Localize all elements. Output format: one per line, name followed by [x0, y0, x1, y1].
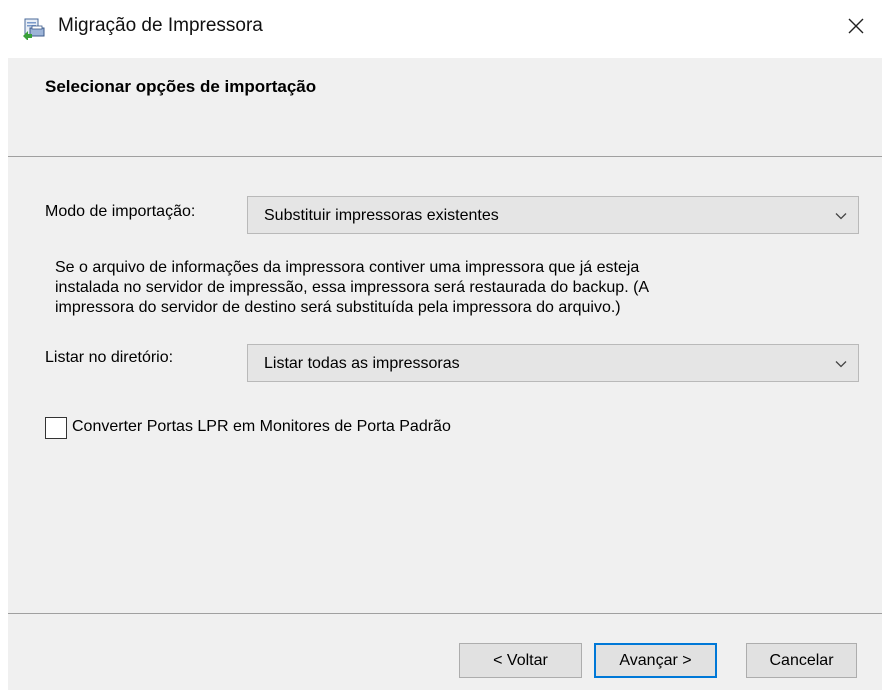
import-mode-label: Modo de importação: [45, 203, 196, 220]
chevron-down-icon [834, 357, 848, 371]
list-directory-dropdown[interactable]: Listar todas as impressoras [247, 344, 859, 382]
title-bar: Migração de Impressora [0, 0, 882, 58]
next-button[interactable]: Avançar > [594, 643, 717, 678]
description-line: Se o arquivo de informações da impressor… [55, 259, 640, 276]
convert-lpr-checkbox[interactable] [45, 417, 67, 439]
page-title: Selecionar opções de importação [45, 77, 317, 96]
import-mode-description: Se o arquivo de informações da impressor… [55, 258, 815, 318]
chevron-down-icon [834, 209, 848, 223]
import-mode-dropdown[interactable]: Substituir impressoras existentes [247, 196, 859, 234]
cancel-button[interactable]: Cancelar [746, 643, 857, 678]
description-line: impressora do servidor de destino será s… [55, 299, 621, 316]
list-directory-value: Listar todas as impressoras [264, 355, 460, 372]
description-line: instalada no servidor de impressão, essa… [55, 279, 650, 296]
printer-migration-icon [22, 16, 46, 41]
close-button[interactable] [830, 8, 882, 48]
import-mode-value: Substituir impressoras existentes [264, 207, 499, 224]
close-icon [847, 17, 865, 40]
window-title: Migração de Impressora [58, 15, 263, 36]
list-directory-label: Listar no diretório: [45, 349, 174, 366]
wizard-header: Selecionar opções de importação [8, 58, 882, 157]
convert-lpr-label[interactable]: Converter Portas LPR em Monitores de Por… [72, 418, 451, 436]
back-button[interactable]: < Voltar [459, 643, 582, 678]
